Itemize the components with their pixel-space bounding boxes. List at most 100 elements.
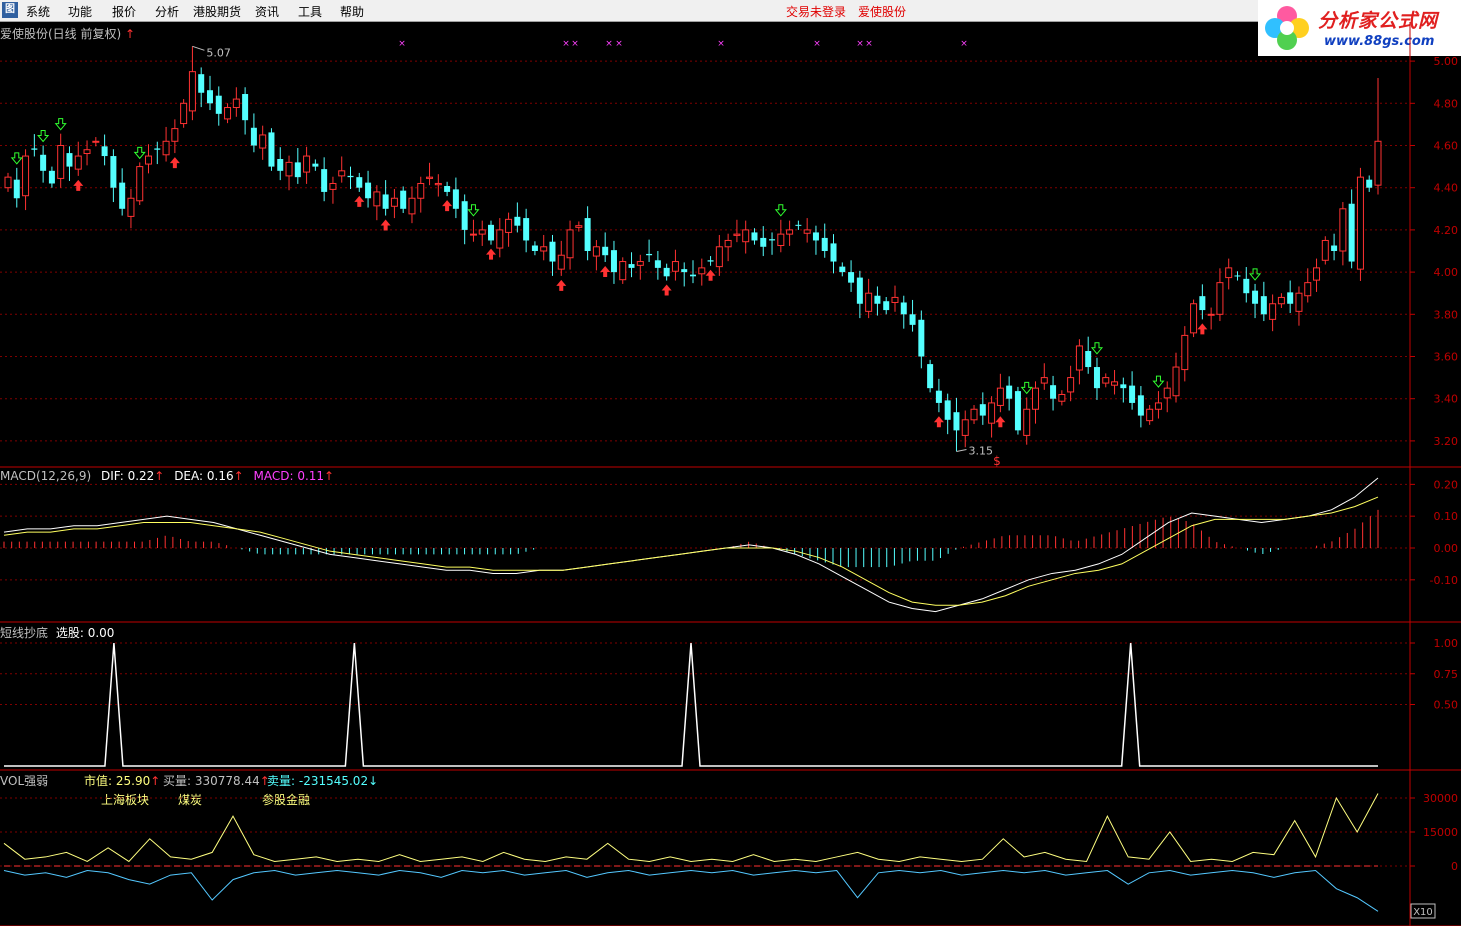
candle-body-114 [1006, 385, 1013, 399]
app-logo-icon[interactable]: 图 [2, 2, 18, 18]
macd-up-arrow-icon: ↑ [324, 469, 335, 483]
candle-body-156 [1374, 140, 1382, 186]
top-event-marker-9: × [960, 39, 968, 49]
candle-body-135 [1190, 303, 1198, 334]
candle-body-63 [557, 254, 565, 270]
candle-body-149 [1313, 267, 1321, 281]
buy-arrow-icon-3 [380, 219, 391, 231]
menu-quote[interactable]: 报价 [112, 3, 136, 20]
candle-body-131 [1154, 402, 1162, 410]
candle-body-37 [329, 182, 337, 190]
candle-body-49 [434, 182, 442, 186]
candle-body-59 [523, 218, 530, 241]
sell-arrow-icon-2 [54, 118, 67, 131]
candle-body-27 [242, 94, 249, 121]
buy-arrow-icon-6 [556, 279, 567, 291]
candle-body-15 [136, 166, 144, 202]
buy-arrow-icon-4 [442, 200, 453, 212]
candle-body-123 [1085, 351, 1092, 368]
candle-body-10 [92, 140, 100, 143]
candle-body-83 [733, 233, 741, 236]
buy-arrow-icon-11 [995, 416, 1006, 428]
candle-body-14 [127, 197, 135, 217]
candle-body-71 [628, 264, 635, 268]
candle-body-33 [294, 162, 301, 178]
macd-tick-label-3: -0.10 [1430, 574, 1458, 587]
high-price-label: 5.07 [206, 46, 231, 59]
candle-body-124 [1093, 367, 1100, 389]
candle-body-50 [444, 186, 451, 192]
sell-volume-line [3, 870, 1379, 912]
top-event-marker-0: × [398, 39, 406, 49]
price-tick-label-7: 3.60 [1434, 351, 1459, 364]
brand-url[interactable]: www.88gs.com [1324, 34, 1434, 49]
macd-tick-label-0: 0.20 [1434, 478, 1459, 491]
candle-body-99 [874, 295, 881, 304]
candle-body-57 [505, 218, 513, 233]
menu-tools[interactable]: 工具 [298, 3, 322, 20]
buy-arrow-icon-1 [169, 157, 180, 169]
candle-body-2 [22, 155, 30, 197]
sell-arrow-icon-9 [1248, 268, 1262, 281]
candle-body-35 [312, 163, 319, 167]
candle-body-25 [224, 107, 232, 120]
buy-arrow-icon-10 [933, 416, 944, 428]
candle-body-92 [812, 232, 819, 241]
candle-body-89 [786, 229, 794, 235]
candle-body-6 [57, 145, 65, 179]
candle-body-107 [944, 400, 951, 420]
signal-line [4, 642, 1378, 767]
candle-body-136 [1199, 296, 1206, 311]
menu-function[interactable]: 功能 [68, 3, 92, 20]
macd-series [3, 477, 1379, 613]
candle-body-95 [839, 266, 846, 273]
price-panel-title: 爱使股份(日线 前复权) ↑ [0, 25, 135, 42]
dif-up-arrow-icon: ↑ [154, 469, 165, 483]
candle-body-52 [461, 201, 468, 230]
candle-body-104 [918, 319, 925, 357]
menu-help[interactable]: 帮助 [340, 3, 364, 20]
candle-body-23 [206, 90, 213, 104]
macd-dea-value: DEA: 0.16 [174, 469, 234, 483]
unit-label: X10 [1413, 907, 1433, 918]
dea-up-arrow-icon: ↑ [233, 469, 244, 483]
candle-body-85 [751, 232, 758, 241]
candle-body-70 [619, 261, 627, 281]
menu-system[interactable]: 系统 [26, 3, 50, 20]
trade-login-status[interactable]: 交易未登录 [786, 3, 846, 20]
candle-body-43 [382, 194, 389, 209]
candle-body-146 [1287, 292, 1294, 304]
sell-volume-text: 卖量: -231545.02 [267, 774, 369, 788]
candle-body-105 [927, 364, 934, 389]
candle-body-55 [488, 224, 495, 241]
candle-body-77 [681, 269, 688, 273]
sector-tag-financial[interactable]: 参股金融 [262, 791, 310, 808]
candle-body-106 [935, 390, 942, 403]
menu-analysis[interactable]: 分析 [155, 3, 179, 20]
candle-body-65 [575, 225, 583, 228]
top-event-marker-2: × [571, 39, 579, 49]
candle-body-21 [188, 71, 196, 112]
sector-tag-coal[interactable]: 煤炭 [178, 791, 202, 808]
candle-body-22 [198, 74, 205, 93]
market-cap-value: 市值: 25.90↑ [84, 772, 160, 789]
candle-body-44 [390, 197, 398, 207]
menu-news[interactable]: 资讯 [255, 3, 279, 20]
candle-body-96 [848, 272, 855, 283]
candle-body-20 [180, 102, 188, 125]
low-label-leader [956, 448, 967, 452]
candle-body-127 [1120, 384, 1127, 389]
sector-tag-shanghai[interactable]: 上海板块 [101, 791, 149, 808]
candle-body-94 [830, 243, 837, 262]
candle-body-64 [566, 229, 574, 259]
candle-body-73 [646, 253, 653, 256]
menu-hk-futures[interactable]: 港股期货 [193, 3, 241, 20]
candle-body-0 [4, 176, 12, 189]
buy-arrow-icon-9 [705, 269, 716, 281]
candle-body-125 [1102, 377, 1110, 384]
candle-body-53 [469, 233, 477, 236]
sell-arrow-icon-0 [10, 152, 23, 165]
candle-body-130 [1146, 408, 1154, 422]
candle-body-26 [232, 98, 240, 109]
candle-body-68 [602, 246, 609, 256]
